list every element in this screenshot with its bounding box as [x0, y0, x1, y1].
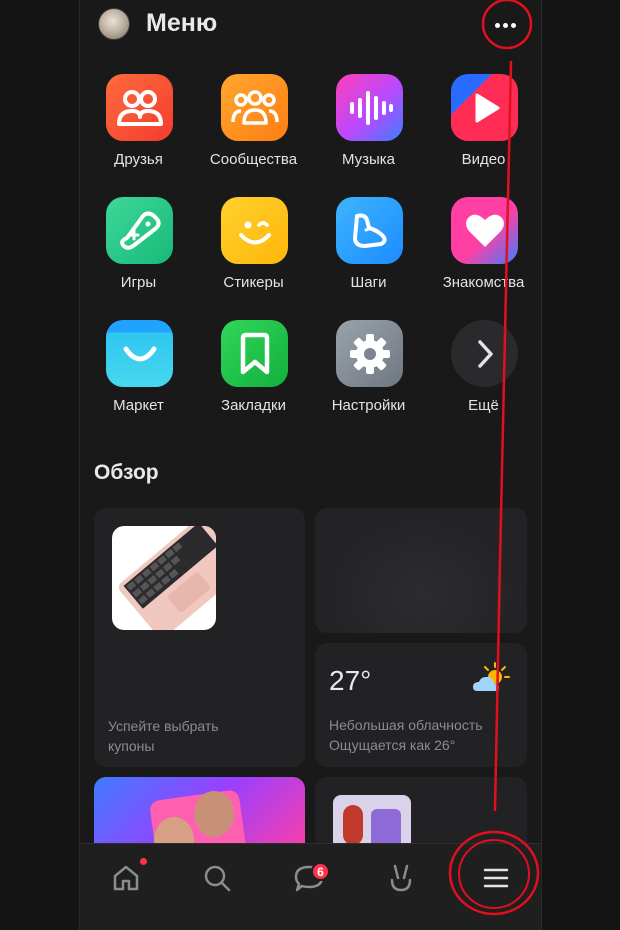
chevron-right-icon — [451, 320, 518, 387]
tab-messages[interactable]: 6 — [287, 856, 331, 900]
app-label: Видео — [461, 151, 506, 168]
weather-desc-line2: Ощущается как 26° — [329, 737, 456, 753]
weather-temperature: 27° — [329, 665, 372, 696]
music-icon — [336, 74, 403, 141]
more-dot-icon — [502, 22, 508, 28]
weather-card[interactable]: 27° Небольшая облачность Ощущается как 2… — [315, 643, 527, 767]
search-icon — [204, 865, 231, 892]
header: Меню — [80, 0, 541, 50]
coupons-text: Успейте выбрать купоны — [108, 716, 219, 756]
tab-search[interactable] — [195, 856, 239, 900]
coupons-line2: купоны — [108, 738, 155, 754]
app-tile-music[interactable]: Музыка — [311, 74, 426, 184]
app-tile-dating[interactable]: Знакомства — [426, 197, 541, 307]
menu-icon — [483, 868, 509, 888]
app-tile-games[interactable]: Игры — [81, 197, 196, 307]
app-tile-market[interactable]: Маркет — [81, 320, 196, 430]
app-tile-steps[interactable]: Шаги — [311, 197, 426, 307]
tab-bar: 6 — [80, 843, 541, 930]
promo-person — [194, 791, 234, 837]
app-label: Знакомства — [442, 274, 525, 291]
app-tile-friends[interactable]: Друзья — [81, 74, 196, 184]
notification-dot — [140, 858, 147, 865]
more-options-button[interactable] — [488, 8, 522, 42]
coupons-line1: Успейте выбрать — [108, 718, 219, 734]
home-icon — [113, 865, 139, 891]
market-icon — [106, 320, 173, 387]
partly-cloudy-icon — [471, 661, 511, 700]
app-tile-settings[interactable]: Настройки — [311, 320, 426, 430]
app-label: Ещё — [468, 397, 499, 414]
settings-icon — [336, 320, 403, 387]
dating-icon — [451, 197, 518, 264]
app-tile-stickers[interactable]: Стикеры — [196, 197, 311, 307]
tab-home[interactable] — [104, 856, 148, 900]
laptop-image — [112, 526, 216, 630]
messages-badge: 6 — [311, 862, 330, 881]
page-title: Меню — [146, 9, 218, 37]
app-tile-bookmarks[interactable]: Закладки — [196, 320, 311, 430]
coupons-card[interactable]: Успейте выбрать купоны — [94, 508, 305, 767]
clips-icon — [390, 864, 412, 892]
weather-description: Небольшая облачность Ощущается как 26° — [329, 715, 483, 755]
menu-screen: Меню Друзья Сообщества Музыка Видео Игры… — [79, 0, 542, 930]
tab-clips[interactable] — [379, 856, 423, 900]
blank-card[interactable] — [315, 508, 527, 633]
games-icon — [106, 197, 173, 264]
app-tile-more[interactable]: Ещё — [426, 320, 541, 430]
weather-desc-line1: Небольшая облачность — [329, 717, 483, 733]
stickers-icon — [221, 197, 288, 264]
section-title-overview: Обзор — [94, 461, 159, 484]
steps-icon — [336, 197, 403, 264]
bookmarks-icon — [221, 320, 288, 387]
communities-icon — [221, 74, 288, 141]
app-tile-video[interactable]: Видео — [426, 74, 541, 184]
tab-menu[interactable] — [474, 856, 518, 900]
more-dot-icon — [510, 22, 516, 28]
avatar[interactable] — [98, 8, 130, 40]
video-icon — [451, 74, 518, 141]
more-dot-icon — [494, 22, 500, 28]
app-tile-communities[interactable]: Сообщества — [196, 74, 311, 184]
friends-icon — [106, 74, 173, 141]
